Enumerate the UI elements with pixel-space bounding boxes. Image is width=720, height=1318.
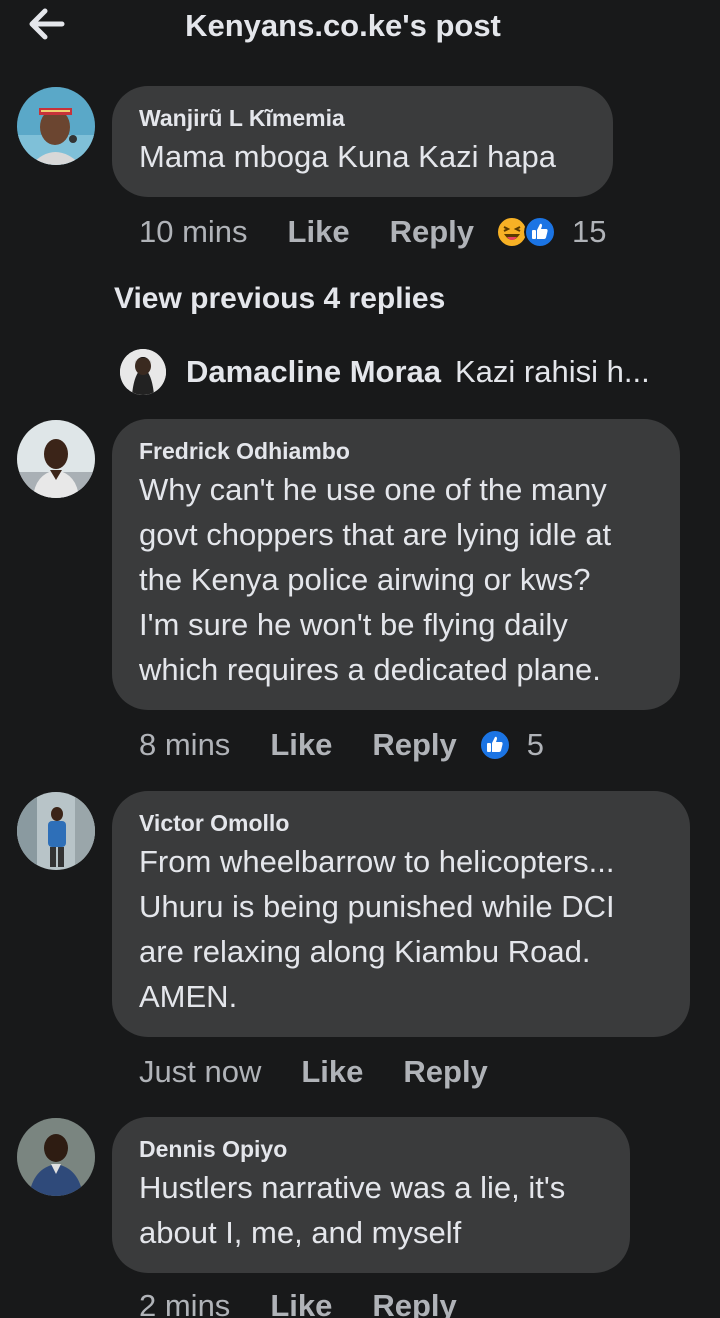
like-button[interactable]: Like <box>270 727 332 763</box>
comments-page: Kenyans.co.ke's post Wanjirũ L Kĩmemia M… <box>0 0 720 1318</box>
view-previous-replies-link[interactable]: View previous 4 replies <box>114 282 445 316</box>
reply-author[interactable]: Damacline Moraa <box>186 354 441 390</box>
reactions-summary[interactable]: 15 <box>496 214 606 250</box>
comment-text: Mama mboga Kuna Kazi hapa <box>139 139 557 174</box>
like-button[interactable]: Like <box>288 214 350 250</box>
avatar[interactable] <box>17 792 95 870</box>
comment-author[interactable]: Fredrick Odhiambo <box>139 437 654 465</box>
comment-bubble[interactable]: Victor Omollo From wheelbarrow to helico… <box>112 791 690 1037</box>
like-icon <box>524 216 556 248</box>
comment-actions: 8 mins Like Reply 5 <box>139 723 544 767</box>
comment-author[interactable]: Dennis Opiyo <box>139 1135 604 1163</box>
comment-bubble[interactable]: Fredrick Odhiambo Why can't he use one o… <box>112 419 680 710</box>
reply-button[interactable]: Reply <box>372 727 456 763</box>
reply-text: Kazi rahisi h... <box>455 354 650 389</box>
like-icon <box>478 729 511 761</box>
comment-actions: Just now Like Reply <box>139 1050 488 1094</box>
comment-time[interactable]: 8 mins <box>139 727 230 763</box>
comment-time[interactable]: 10 mins <box>139 214 248 250</box>
like-button[interactable]: Like <box>270 1288 332 1318</box>
avatar[interactable] <box>17 1118 95 1196</box>
comment-author[interactable]: Wanjirũ L Kĩmemia <box>139 104 587 132</box>
comment-actions: 2 mins Like Reply <box>139 1284 457 1318</box>
reply-preview[interactable]: Damacline Moraa Kazi rahisi h... <box>120 348 700 396</box>
page-title: Kenyans.co.ke's post <box>185 8 501 43</box>
avatar[interactable] <box>17 87 95 165</box>
comment-time[interactable]: Just now <box>139 1054 261 1090</box>
reaction-count: 15 <box>572 214 607 249</box>
avatar[interactable] <box>120 349 166 395</box>
comment-author[interactable]: Victor Omollo <box>139 809 664 837</box>
reaction-count: 5 <box>526 727 545 762</box>
comment-text: Why can't he use one of the many govt ch… <box>139 472 612 687</box>
comment-bubble[interactable]: Dennis Opiyo Hustlers narrative was a li… <box>112 1117 630 1273</box>
avatar[interactable] <box>17 420 95 498</box>
reactions-summary[interactable]: 5 <box>478 727 545 763</box>
reply-button[interactable]: Reply <box>372 1288 456 1318</box>
comment-text: From wheelbarrow to helicopters... Uhuru… <box>139 844 615 1014</box>
comment-bubble[interactable]: Wanjirũ L Kĩmemia Mama mboga Kuna Kazi h… <box>112 86 613 197</box>
like-button[interactable]: Like <box>301 1054 363 1090</box>
top-bar: Kenyans.co.ke's post <box>0 0 720 56</box>
reply-button[interactable]: Reply <box>390 214 474 250</box>
comment-time[interactable]: 2 mins <box>139 1288 230 1318</box>
comment-text: Hustlers narrative was a lie, it's about… <box>139 1170 566 1250</box>
comment-actions: 10 mins Like Reply 15 <box>139 210 606 254</box>
reply-button[interactable]: Reply <box>403 1054 487 1090</box>
